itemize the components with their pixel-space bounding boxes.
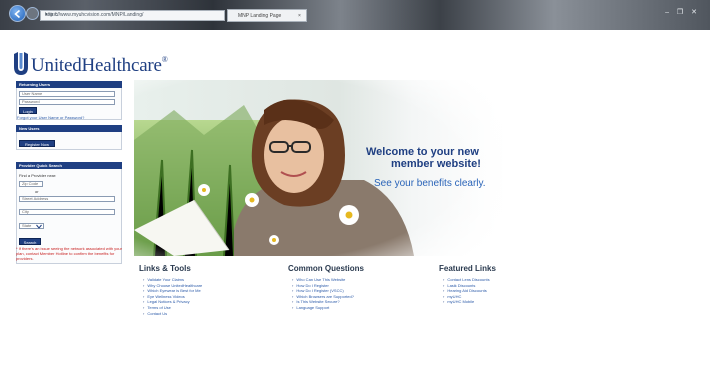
username-input[interactable]: User Name — [19, 91, 115, 97]
common-questions-list: Who Can Use This Website How Do I Regist… — [292, 277, 354, 311]
links-tools-heading: Links & Tools — [139, 264, 191, 273]
state-select-value: State — [22, 223, 32, 228]
address-bar[interactable]: https://www.myuhcvision.com/MNP/Landing/… — [40, 10, 225, 21]
tab-close-icon[interactable]: × — [298, 13, 301, 19]
welcome-headline-line1: Welcome to your new — [366, 146, 479, 158]
window-controls[interactable]: – ❐ ✕ — [665, 8, 700, 16]
browser-toolbar: https://www.myuhcvision.com/MNP/Landing/… — [0, 0, 710, 30]
featured-links-list: Contact Lens Discounts Lasik Discounts H… — [443, 277, 490, 305]
welcome-headline-line2: member website! — [391, 158, 481, 170]
featured-links-item[interactable]: Hearing Aid Discounts — [443, 288, 490, 294]
forgot-credentials-link[interactable]: Forgot your User Name or Password? — [17, 115, 84, 120]
provider-search-heading: Provider Quick Search — [16, 162, 122, 169]
address-bar-icons[interactable]: ▾ ⊕ ↻ — [45, 12, 59, 18]
register-now-button[interactable]: Register Now — [19, 140, 55, 147]
street-address-input[interactable]: Street Address — [19, 196, 115, 202]
hero-tagline: See your benefits clearly. — [374, 178, 486, 189]
featured-links-item[interactable]: Contact Lens Discounts — [443, 277, 489, 283]
forward-button[interactable] — [26, 7, 39, 20]
hero-banner: Welcome to your new member website! See … — [134, 80, 506, 256]
back-button[interactable] — [9, 5, 26, 22]
state-select[interactable]: State — [19, 223, 44, 229]
zip-code-input[interactable]: Zip Code — [19, 181, 43, 187]
login-button[interactable]: Login — [19, 107, 37, 114]
search-disclaimer: * If there's an issue seeing the network… — [16, 246, 122, 261]
or-label: or — [35, 189, 39, 194]
common-questions-item[interactable]: Language Support — [292, 305, 354, 311]
search-button[interactable]: Search — [19, 238, 41, 245]
tab-title: MNP Landing Page — [238, 13, 282, 19]
logo-text: UnitedHealthcare — [31, 55, 162, 76]
browser-tab[interactable]: MNP Landing Page × — [227, 9, 307, 22]
back-arrow-icon — [14, 9, 21, 19]
featured-links-item[interactable]: myUHC Mobile — [443, 299, 490, 305]
password-input[interactable]: Password — [19, 99, 115, 105]
city-input[interactable]: City — [19, 209, 115, 215]
returning-users-heading: Returning Users — [16, 81, 122, 88]
links-tools-item[interactable]: Which Eyewear is Best for Me — [143, 288, 202, 294]
common-questions-heading: Common Questions — [288, 264, 365, 273]
logo-trademark: ® — [161, 55, 168, 64]
find-provider-label: Find a Provider near: — [19, 173, 57, 178]
links-tools-list: Validate Your Claims Why Choose UnitedHe… — [143, 277, 202, 316]
common-questions-item[interactable]: Who Can Use This Website — [292, 277, 354, 283]
links-tools-item[interactable]: Contact Us — [143, 311, 202, 317]
chevron-down-icon — [36, 224, 42, 229]
featured-links-heading: Featured Links — [439, 264, 496, 273]
address-url: https://www.myuhcvision.com/MNP/Landing/ — [45, 12, 144, 18]
new-users-heading: New Users — [16, 125, 122, 132]
uhc-u-logo-icon — [14, 52, 28, 75]
